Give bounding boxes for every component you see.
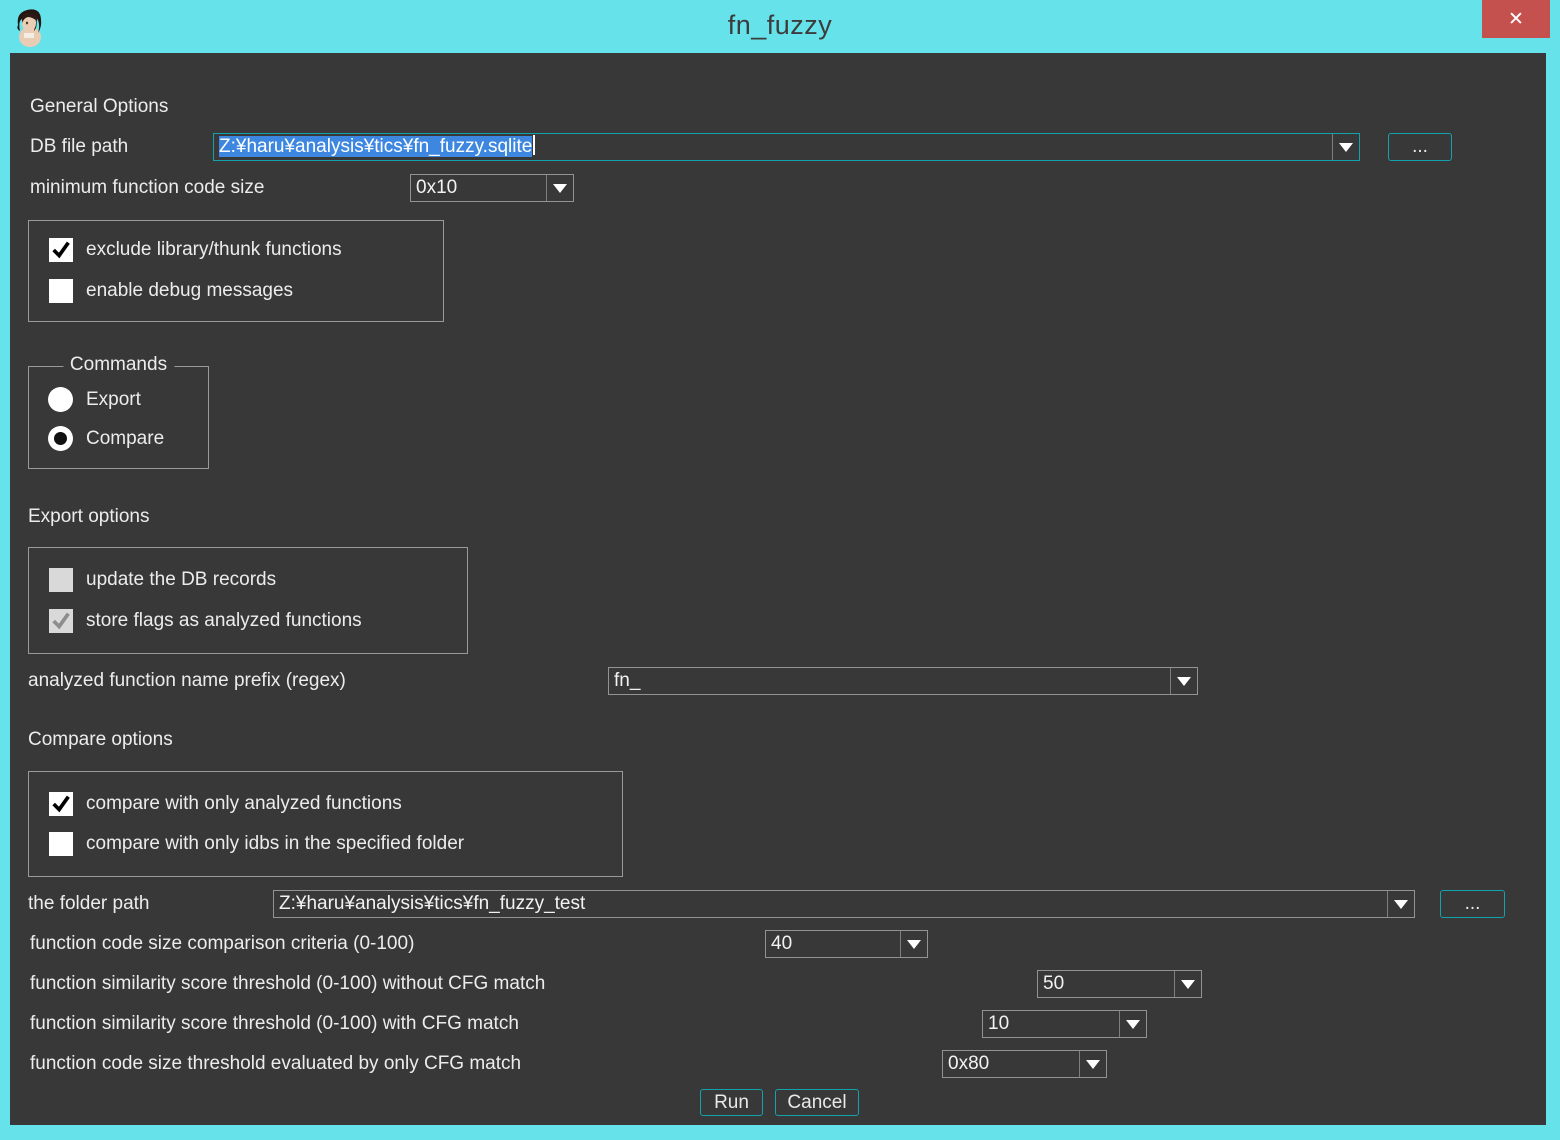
checkbox-label: enable debug messages [86, 280, 293, 302]
checkbox-exclude-library-thunk[interactable]: exclude library/thunk functions [49, 238, 342, 262]
fn-fuzzy-dialog: { "window": { "title": "fn_fuzzy", "clos… [0, 0, 1560, 1140]
similarity-with-cfg-value[interactable]: 10 [983, 1011, 1119, 1037]
radio-compare[interactable]: Compare [48, 426, 164, 451]
checkbox-label: exclude library/thunk functions [86, 239, 342, 261]
checkbox-box [49, 792, 73, 816]
text-caret [533, 135, 535, 155]
radio-label: Export [86, 389, 141, 411]
checkbox-box [49, 832, 73, 856]
commands-legend: Commands [63, 354, 174, 376]
mouse-cursor-icon [1521, 1104, 1560, 1140]
radio-dot-icon [54, 432, 67, 445]
export-checkbox-group: update the DB records store flags as ana… [28, 547, 468, 654]
checkbox-label: store flags as analyzed functions [86, 610, 362, 632]
chevron-down-icon[interactable] [1387, 891, 1414, 917]
checkbox-update-db-records[interactable]: update the DB records [49, 568, 276, 592]
general-options-heading: General Options [30, 96, 168, 118]
checkbox-store-flags-analyzed[interactable]: store flags as analyzed functions [49, 609, 362, 633]
cancel-button[interactable]: Cancel [775, 1089, 859, 1116]
commands-group: Commands Export Compare [28, 366, 209, 469]
min-func-size-label: minimum function code size [30, 174, 264, 201]
code-size-threshold-cfg-label: function code size threshold evaluated b… [30, 1050, 521, 1077]
close-button[interactable]: ✕ [1482, 0, 1550, 38]
similarity-without-cfg-combobox[interactable]: 50 [1037, 970, 1202, 998]
code-size-criteria-label: function code size comparison criteria (… [30, 930, 414, 957]
similarity-without-cfg-label: function similarity score threshold (0-1… [30, 970, 545, 997]
chevron-down-icon[interactable] [1174, 971, 1201, 997]
checkbox-box [49, 609, 73, 633]
analyzed-prefix-value[interactable]: fn_ [609, 668, 1170, 694]
min-func-size-value[interactable]: 0x10 [411, 175, 546, 201]
chevron-down-icon[interactable] [546, 175, 573, 201]
min-func-size-combobox[interactable]: 0x10 [410, 174, 574, 202]
db-file-path-value[interactable]: Z:¥haru¥analysis¥tics¥fn_fuzzy.sqlite [214, 134, 1332, 160]
general-checkbox-group: exclude library/thunk functions enable d… [28, 220, 444, 322]
radio-circle [48, 387, 73, 412]
folder-path-label: the folder path [28, 890, 149, 917]
folder-browse-button[interactable]: ... [1440, 890, 1505, 918]
chevron-down-icon[interactable] [900, 931, 927, 957]
checkbox-label: update the DB records [86, 569, 276, 591]
close-icon: ✕ [1508, 8, 1524, 30]
check-icon [50, 793, 72, 815]
code-size-criteria-combobox[interactable]: 40 [765, 930, 928, 958]
similarity-without-cfg-value[interactable]: 50 [1038, 971, 1174, 997]
checkbox-compare-only-idbs-folder[interactable]: compare with only idbs in the specified … [49, 832, 464, 856]
export-options-heading: Export options [28, 506, 149, 528]
code-size-criteria-value[interactable]: 40 [766, 931, 900, 957]
run-button[interactable]: Run [700, 1089, 763, 1116]
check-icon [50, 610, 72, 632]
chevron-down-icon[interactable] [1170, 668, 1197, 694]
checkbox-compare-only-analyzed[interactable]: compare with only analyzed functions [49, 792, 402, 816]
window-title: fn_fuzzy [0, 10, 1560, 41]
dialog-body: General Options DB file path Z:¥haru¥ana… [10, 53, 1546, 1125]
chevron-down-icon[interactable] [1332, 134, 1359, 160]
chevron-down-icon[interactable] [1079, 1051, 1106, 1077]
radio-label: Compare [86, 428, 164, 450]
db-file-path-label: DB file path [30, 133, 128, 160]
compare-options-heading: Compare options [28, 729, 173, 751]
title-bar[interactable]: fn_fuzzy ✕ [0, 0, 1560, 53]
check-icon [50, 239, 72, 261]
checkbox-box [49, 238, 73, 262]
code-size-threshold-cfg-value[interactable]: 0x80 [943, 1051, 1079, 1077]
similarity-with-cfg-label: function similarity score threshold (0-1… [30, 1010, 519, 1037]
radio-export[interactable]: Export [48, 387, 141, 412]
db-browse-button[interactable]: ... [1388, 133, 1452, 161]
code-size-threshold-cfg-combobox[interactable]: 0x80 [942, 1050, 1107, 1078]
checkbox-enable-debug[interactable]: enable debug messages [49, 279, 293, 303]
analyzed-prefix-combobox[interactable]: fn_ [608, 667, 1198, 695]
chevron-down-icon[interactable] [1119, 1011, 1146, 1037]
similarity-with-cfg-combobox[interactable]: 10 [982, 1010, 1147, 1038]
analyzed-prefix-label: analyzed function name prefix (regex) [28, 667, 346, 694]
checkbox-box [49, 568, 73, 592]
folder-path-value[interactable]: Z:¥haru¥analysis¥tics¥fn_fuzzy_test [274, 891, 1387, 917]
compare-checkbox-group: compare with only analyzed functions com… [28, 771, 623, 877]
checkbox-label: compare with only analyzed functions [86, 793, 402, 815]
checkbox-box [49, 279, 73, 303]
radio-circle [48, 426, 73, 451]
folder-path-combobox[interactable]: Z:¥haru¥analysis¥tics¥fn_fuzzy_test [273, 890, 1415, 918]
db-file-path-combobox[interactable]: Z:¥haru¥analysis¥tics¥fn_fuzzy.sqlite [213, 133, 1360, 161]
checkbox-label: compare with only idbs in the specified … [86, 833, 464, 855]
